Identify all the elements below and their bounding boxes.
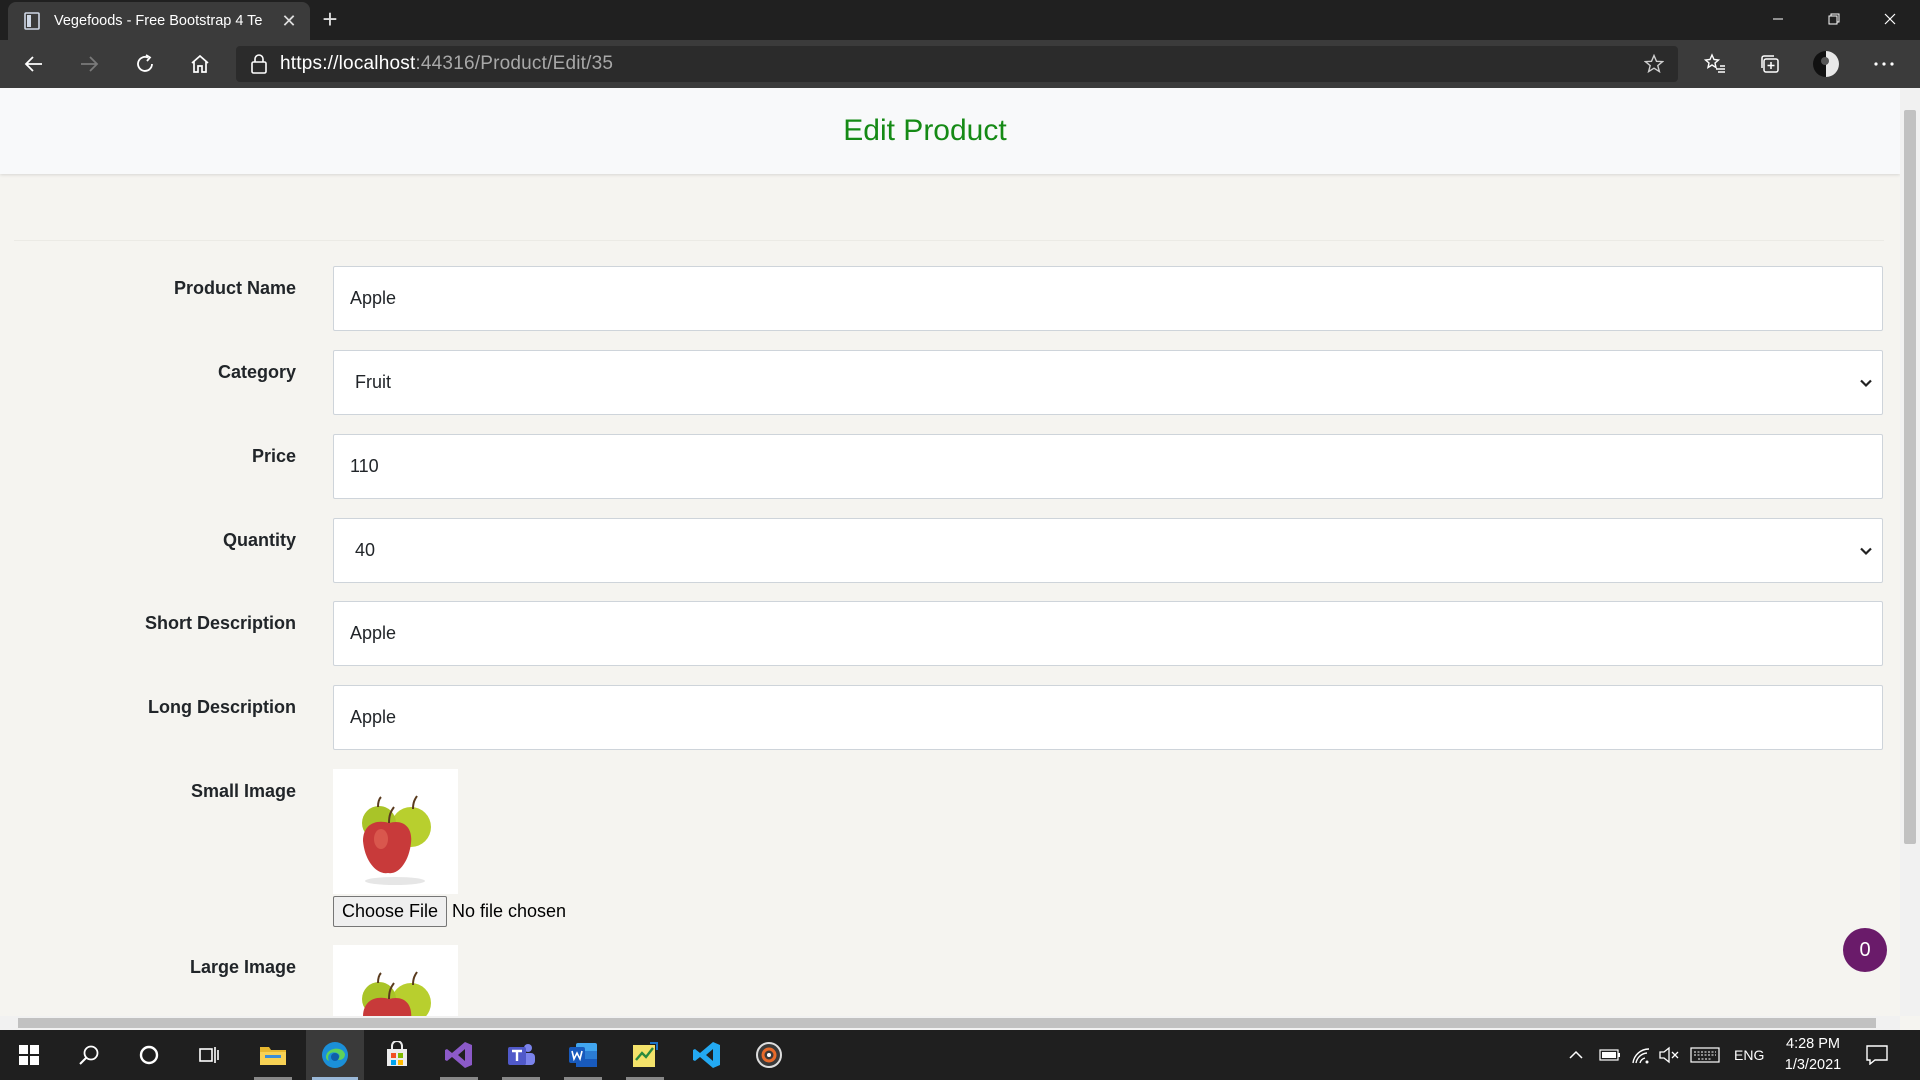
- clock-date: 1/3/2021: [1784, 1057, 1842, 1073]
- task-view-icon[interactable]: [180, 1030, 238, 1080]
- category-label: Category: [217, 362, 296, 382]
- store-icon[interactable]: [368, 1030, 426, 1080]
- wifi-icon[interactable]: [1631, 1030, 1651, 1080]
- browser-titlebar: Vegefoods - Free Bootstrap 4 Te ✕ +: [0, 0, 1920, 40]
- long-description-label: Long Description: [148, 697, 296, 717]
- chevron-down-icon: [1860, 547, 1872, 556]
- long-description-input[interactable]: Apple: [333, 685, 1883, 750]
- vertical-scrollbar-thumb[interactable]: [1904, 110, 1916, 844]
- home-icon[interactable]: [182, 46, 218, 82]
- product-name-label: Product Name: [173, 278, 296, 298]
- vscode-icon[interactable]: [678, 1030, 736, 1080]
- tab-title: Vegefoods - Free Bootstrap 4 Te: [54, 13, 263, 29]
- windows-taskbar: ENG 4:28 PM 1/3/2021: [0, 1030, 1920, 1080]
- word-icon[interactable]: [554, 1030, 612, 1080]
- volume-muted-icon[interactable]: [1658, 1030, 1680, 1080]
- browser-toolbar: https://localhost:44316/Product/Edit/35: [0, 40, 1920, 88]
- media-app-icon[interactable]: [740, 1030, 798, 1080]
- page-viewport: Edit Product Product Name Apple Category…: [0, 88, 1920, 1030]
- price-input[interactable]: 110: [333, 434, 1883, 499]
- category-value: Fruit: [355, 372, 391, 392]
- short-description-input[interactable]: Apple: [333, 601, 1883, 666]
- windows-start-icon[interactable]: [0, 1030, 58, 1080]
- horizontal-scrollbar[interactable]: [0, 1016, 1900, 1030]
- more-icon[interactable]: [1866, 46, 1902, 82]
- profile-avatar[interactable]: [1808, 46, 1844, 82]
- show-hidden-icons[interactable]: [1568, 1030, 1584, 1080]
- refresh-icon[interactable]: [127, 46, 163, 82]
- quantity-label: Quantity: [222, 530, 296, 550]
- category-select[interactable]: Fruit: [333, 350, 1883, 415]
- small-image-preview: [333, 769, 458, 894]
- page-title: Edit Product: [843, 114, 1007, 147]
- vertical-scrollbar[interactable]: [1900, 88, 1920, 1016]
- favorite-star-icon[interactable]: [1644, 54, 1664, 74]
- horizontal-scrollbar-thumb[interactable]: [18, 1018, 1876, 1028]
- url-path: :44316/Product/Edit/35: [415, 53, 614, 74]
- new-tab-icon[interactable]: +: [316, 6, 344, 34]
- choose-file-button[interactable]: Choose File: [333, 896, 447, 927]
- keyboard-icon[interactable]: [1690, 1030, 1720, 1080]
- tab-close-icon[interactable]: ✕: [278, 11, 300, 32]
- browser-tab[interactable]: Vegefoods - Free Bootstrap 4 Te ✕: [8, 2, 310, 40]
- visual-studio-icon[interactable]: [430, 1030, 488, 1080]
- quantity-value: 40: [355, 540, 376, 560]
- minimize-icon[interactable]: [1750, 0, 1806, 38]
- back-icon[interactable]: [16, 46, 52, 82]
- search-icon[interactable]: [60, 1030, 118, 1080]
- collections-icon[interactable]: [1752, 46, 1788, 82]
- apple-image: [362, 971, 431, 1016]
- battery-icon[interactable]: [1599, 1030, 1621, 1080]
- close-window-icon[interactable]: [1862, 0, 1918, 38]
- page-header: Edit Product: [0, 88, 1900, 174]
- cortana-icon[interactable]: [120, 1030, 178, 1080]
- small-image-label: Small Image: [190, 781, 296, 801]
- forward-icon[interactable]: [71, 46, 107, 82]
- url-host: https://localhost: [280, 53, 416, 74]
- edge-icon[interactable]: [306, 1030, 364, 1080]
- product-name-input[interactable]: Apple: [333, 266, 1883, 331]
- lock-icon[interactable]: [250, 54, 268, 74]
- price-label: Price: [251, 446, 296, 466]
- file-status-text: No file chosen: [452, 901, 567, 921]
- clock-time: 4:28 PM: [1786, 1036, 1840, 1052]
- restore-icon[interactable]: [1806, 0, 1862, 38]
- notifications-icon[interactable]: [1866, 1030, 1888, 1080]
- short-description-label: Short Description: [144, 613, 296, 633]
- teams-icon[interactable]: [492, 1030, 550, 1080]
- system-clock[interactable]: 4:28 PM 1/3/2021: [1770, 1034, 1856, 1076]
- file-explorer-icon[interactable]: [244, 1030, 302, 1080]
- url-text: https://localhost:44316/Product/Edit/35: [280, 53, 613, 75]
- chevron-down-icon: [1860, 379, 1872, 388]
- apple-image: [362, 795, 431, 885]
- divider: [14, 240, 1884, 241]
- large-image-preview: [333, 945, 458, 1016]
- sticky-app-icon[interactable]: [616, 1030, 674, 1080]
- language-indicator[interactable]: ENG: [1734, 1030, 1764, 1080]
- page-favicon-icon: [24, 12, 40, 30]
- favorites-icon[interactable]: [1697, 46, 1733, 82]
- address-bar[interactable]: https://localhost:44316/Product/Edit/35: [236, 46, 1678, 82]
- large-image-label: Large Image: [189, 957, 296, 977]
- quantity-select[interactable]: 40: [333, 518, 1883, 583]
- cart-count-badge[interactable]: 0: [1843, 928, 1887, 972]
